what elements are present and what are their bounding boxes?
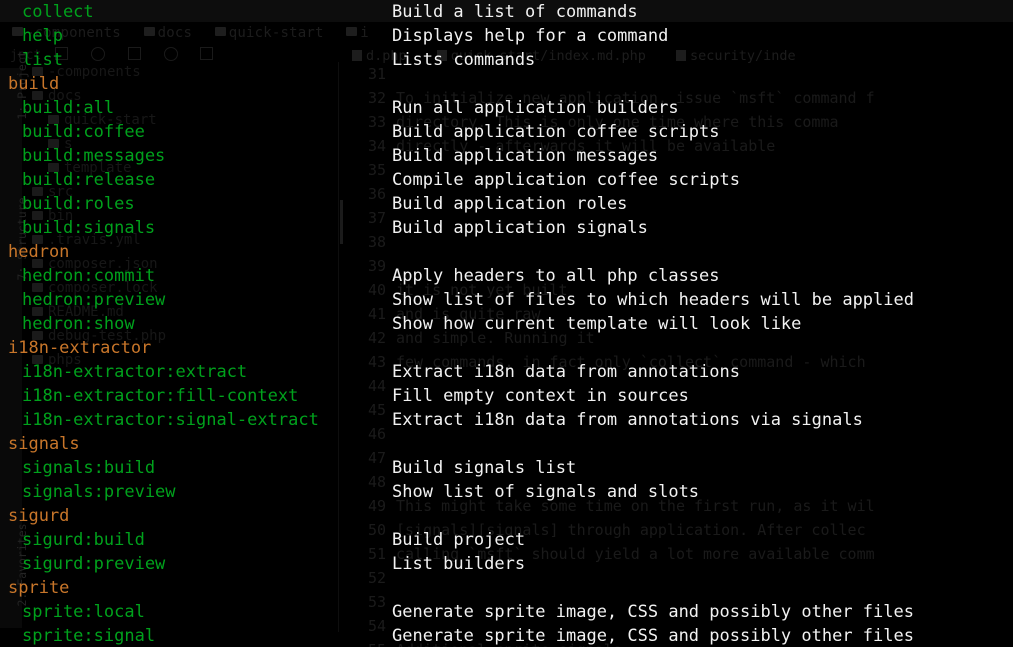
console-row: collect Build a list of commands (0, 0, 1013, 24)
command-name[interactable]: build:release (22, 168, 155, 192)
console-row: build:coffee Build application coffee scr… (0, 120, 1013, 144)
console-row: i18n-extractor:extract Extract i18n data … (0, 360, 1013, 384)
command-description: Run all application builders (392, 98, 679, 118)
console-row: hedron (0, 240, 1013, 264)
console-row: hedron:show Show how current template wil… (0, 312, 1013, 336)
command-name[interactable]: sigurd:build (22, 528, 145, 552)
command-name[interactable]: sprite:local (22, 600, 145, 624)
command-description: Displays help for a command (392, 26, 669, 46)
command-name[interactable]: build:messages (22, 144, 165, 168)
console-row: signals (0, 432, 1013, 456)
console-row: build (0, 72, 1013, 96)
command-group-label[interactable]: hedron (8, 240, 69, 264)
command-name[interactable]: collect (22, 0, 94, 24)
command-group-label[interactable]: sprite (8, 576, 69, 600)
command-description: Show how current template will look like (392, 314, 802, 334)
command-description: Generate sprite image, CSS and possibly … (392, 602, 914, 622)
console-row: help Displays help for a command (0, 24, 1013, 48)
command-description: Build application roles (392, 194, 628, 214)
command-description: Build application coffee scripts (392, 122, 720, 142)
console-row: sprite (0, 576, 1013, 600)
command-name[interactable]: signals:build (22, 456, 155, 480)
command-description: Fill empty context in sources (392, 386, 689, 406)
command-name[interactable]: build:coffee (22, 120, 145, 144)
command-name[interactable]: sigurd:preview (22, 552, 165, 576)
command-group-label[interactable]: signals (8, 432, 80, 456)
command-description: Build signals list (392, 458, 577, 478)
command-description: Build project (392, 530, 526, 550)
console-row: sigurd:preview List builders (0, 552, 1013, 576)
command-group-label[interactable]: build (8, 72, 59, 96)
command-description: Extract i18n data from annotations via s… (392, 410, 863, 430)
command-name[interactable]: build:all (22, 96, 114, 120)
command-description: Build application messages (392, 146, 659, 166)
command-group-label[interactable]: sigurd (8, 504, 69, 528)
console-row: signals:build Build signals list (0, 456, 1013, 480)
console-row: sprite:local Generate sprite image, CSS a… (0, 600, 1013, 624)
command-name[interactable]: hedron:show (22, 312, 135, 336)
console-row: signals:preview Show list of signals and … (0, 480, 1013, 504)
command-description: Build application signals (392, 218, 648, 238)
terminal-screen: -components docs quick-start i ject d.ph… (0, 0, 1013, 647)
command-name[interactable]: build:roles (22, 192, 135, 216)
console-row: hedron:commit Apply headers to all php cl… (0, 264, 1013, 288)
command-name[interactable]: hedron:preview (22, 288, 165, 312)
command-description: Lists commands (392, 50, 536, 70)
console-row: sigurd:build Build project (0, 528, 1013, 552)
console-row: build:signals Build application signals (0, 216, 1013, 240)
command-description: Generate sprite image, CSS and possibly … (392, 626, 914, 646)
command-name[interactable]: build:signals (22, 216, 155, 240)
command-description: Build a list of commands (392, 2, 638, 22)
console-row: i18n-extractor (0, 336, 1013, 360)
command-name[interactable]: i18n-extractor:extract (22, 360, 247, 384)
command-group-label[interactable]: i18n-extractor (8, 336, 151, 360)
command-description: Compile application coffee scripts (392, 170, 740, 190)
command-name[interactable]: list (22, 48, 63, 72)
console-row: build:release Compile application coffee … (0, 168, 1013, 192)
console-row: hedron:preview Show list of files to whic… (0, 288, 1013, 312)
console-row: build:roles Build application roles (0, 192, 1013, 216)
command-name[interactable]: signals:preview (22, 480, 176, 504)
console-row: build:all Run all application builders (0, 96, 1013, 120)
console-row: list Lists commands (0, 48, 1013, 72)
console-output: collect Build a list of commands help Displ… (0, 0, 1013, 647)
console-row: sigurd (0, 504, 1013, 528)
console-row: build:messages Build application messages (0, 144, 1013, 168)
command-name[interactable]: help (22, 24, 63, 48)
command-name[interactable]: sprite:signal (22, 624, 155, 647)
command-description: List builders (392, 554, 526, 574)
command-description: Extract i18n data from annotations (392, 362, 740, 382)
command-description: Show list of files to which headers will… (392, 290, 914, 310)
console-row: i18n-extractor:fill-context Fill empty co… (0, 384, 1013, 408)
command-description: Apply headers to all php classes (392, 266, 720, 286)
command-name[interactable]: i18n-extractor:fill-context (22, 384, 298, 408)
command-name[interactable]: hedron:commit (22, 264, 155, 288)
console-row: sprite:signal Generate sprite image, CSS … (0, 624, 1013, 647)
command-name[interactable]: i18n-extractor:signal-extract (22, 408, 319, 432)
command-description: Show list of signals and slots (392, 482, 700, 502)
console-row: i18n-extractor:signal-extract Extract i18… (0, 408, 1013, 432)
